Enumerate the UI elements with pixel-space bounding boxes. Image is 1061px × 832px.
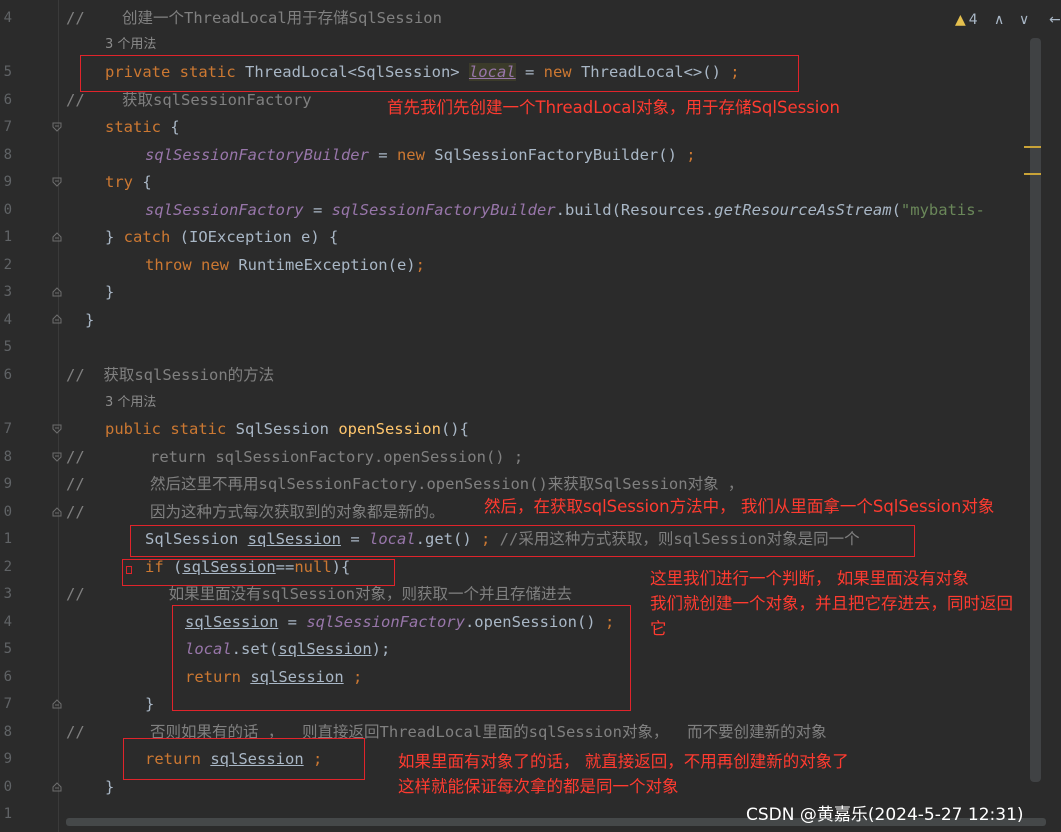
code-editor[interactable]: 4 5 6 7 8 9 0 1 2 3 4 5 6 7 8 9 0 1 2 3 …: [0, 0, 1061, 832]
code-line-try: try {: [105, 173, 152, 191]
line-number: 0: [3, 504, 12, 520]
code-line-catch: } catch (IOException e) {: [105, 228, 339, 246]
fold-open-icon[interactable]: [51, 451, 63, 463]
annotation-text: 如果里面有对象了的话， 就直接返回，不用再创建新的对象了: [398, 752, 849, 771]
line-number: 7: [3, 421, 12, 437]
line-number: 2: [3, 559, 12, 575]
highlight-box: [172, 605, 631, 711]
fold-close-icon[interactable]: [51, 781, 63, 793]
arrow-left-icon[interactable]: ←: [1049, 12, 1061, 28]
line-number: 9: [3, 174, 12, 190]
annotation-text: 这样就能保证每次拿的都是同一个对象: [398, 777, 679, 796]
annotation-text: 然后，在获取sqlSession方法中， 我们从里面拿一个SqlSession对…: [484, 497, 995, 516]
usage-hint[interactable]: 3 个用法: [105, 394, 156, 412]
fold-close-icon[interactable]: [51, 313, 63, 325]
fold-close-icon[interactable]: [51, 231, 63, 243]
warning-stripe[interactable]: [1024, 146, 1041, 148]
fold-open-icon[interactable]: [51, 176, 63, 188]
fold-close-icon[interactable]: [51, 286, 63, 298]
fold-close-icon[interactable]: [51, 506, 63, 518]
line-number: 2: [3, 257, 12, 273]
annotation-text: 这里我们进行一个判断， 如果里面没有对象: [650, 569, 969, 588]
line-number: 4: [3, 614, 12, 630]
line-number: 1: [3, 806, 12, 822]
annotation-text: 我们就创建一个对象，并且把它存进去，同时返回: [650, 594, 1013, 613]
code-line-close-brace: }: [105, 283, 115, 301]
warning-icon: ▲: [955, 12, 966, 28]
code-line-builder-assign: sqlSessionFactoryBuilder = new SqlSessio…: [145, 146, 696, 164]
highlight-box: [130, 525, 915, 557]
line-number: 3: [3, 284, 12, 300]
inspection-widget[interactable]: ▲ 4: [955, 12, 978, 28]
line-number: 5: [3, 64, 12, 80]
line-number: 4: [3, 312, 12, 328]
line-number: 8: [3, 449, 12, 465]
code-line-method-signature: public static SqlSession openSession(){: [105, 420, 469, 438]
code-line-throw: throw new RuntimeException(e);: [145, 256, 425, 274]
vertical-scrollbar[interactable]: [1030, 38, 1041, 782]
fold-open-icon[interactable]: [51, 121, 63, 133]
line-number: 0: [3, 202, 12, 218]
code-line-close-brace: }: [105, 778, 115, 796]
previous-highlight-icon[interactable]: ∧: [994, 12, 1004, 28]
line-number: 5: [3, 339, 12, 355]
line-number: 1: [3, 229, 12, 245]
line-number: 8: [3, 147, 12, 163]
line-number: 9: [3, 476, 12, 492]
line-number: 4: [3, 10, 12, 26]
code-line-comment: // 获取sqlSession的方法: [66, 366, 275, 384]
watermark: CSDN @黄嘉乐(2024-5-27 12:31): [746, 805, 1024, 825]
line-number: 7: [3, 696, 12, 712]
code-line-factory-build: sqlSessionFactory = sqlSessionFactoryBui…: [145, 201, 985, 219]
code-line-comment: // 获取sqlSessionFactory: [66, 91, 312, 109]
annotation-text: 首先我们先创建一个ThreadLocal对象，用于存储SqlSession: [387, 98, 840, 117]
code-line-comment: // return sqlSessionFactory.openSession(…: [66, 448, 524, 466]
fold-close-icon[interactable]: [51, 698, 63, 710]
code-line-close-brace: }: [145, 695, 155, 713]
line-number: 8: [3, 724, 12, 740]
annotation-text: 它: [650, 619, 667, 638]
highlight-box: [123, 738, 365, 780]
code-line-comment: // 如果里面没有sqlSession对象，则获取一个并且存储进去: [66, 585, 572, 603]
highlight-box: [80, 55, 799, 92]
line-number: 5: [3, 641, 12, 657]
highlight-box: [122, 559, 395, 586]
code-line-close-brace: }: [85, 311, 95, 329]
usage-hint[interactable]: 3 个用法: [105, 36, 156, 54]
line-number: 6: [3, 367, 12, 383]
code-line-comment: // 然后这里不再用sqlSessionFactory.openSession(…: [66, 475, 744, 493]
code-line-comment: // 创建一个ThreadLocal用于存储SqlSession: [66, 9, 442, 27]
line-number: 7: [3, 119, 12, 135]
line-number: 1: [3, 531, 12, 547]
line-number: 6: [3, 92, 12, 108]
fold-open-icon[interactable]: [51, 423, 63, 435]
line-number: 0: [3, 779, 12, 795]
next-highlight-icon[interactable]: ∨: [1019, 12, 1029, 28]
line-number: 6: [3, 669, 12, 685]
code-line-static-block: static {: [105, 118, 180, 136]
warning-stripe[interactable]: [1024, 173, 1041, 175]
breakpoint-marker: [126, 566, 132, 574]
code-line-comment: // 因为这种方式每次获取到的对象都是新的。: [66, 503, 445, 521]
line-number: 3: [3, 586, 12, 602]
warning-count: 4: [968, 12, 978, 28]
line-number: 9: [3, 751, 12, 767]
